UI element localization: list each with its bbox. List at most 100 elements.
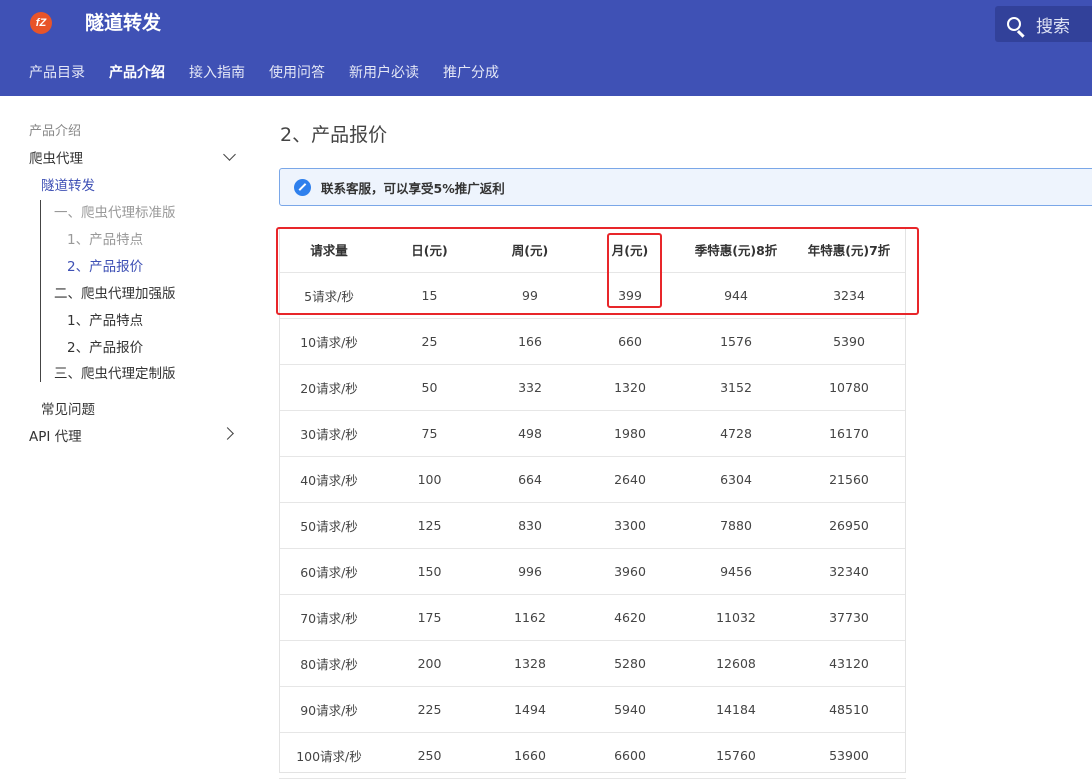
sidebar-item-enhanced-features[interactable]: 1、产品特点 <box>67 309 143 329</box>
site-title[interactable]: 隧道转发 <box>85 10 161 36</box>
cell-yearly: 5390 <box>792 318 906 365</box>
logo-icon[interactable]: fZ <box>30 12 52 34</box>
header-request-volume: 请求量 <box>279 227 379 273</box>
cell-weekly: 1328 <box>480 640 580 687</box>
tab-access-guide[interactable]: 接入指南 <box>189 62 245 82</box>
cell-monthly: 4620 <box>580 594 680 641</box>
table-row: 100请求/秒 250 1660 6600 15760 53900 <box>279 732 906 779</box>
cell-yearly: 26950 <box>792 502 906 549</box>
cell-request-volume: 80请求/秒 <box>279 640 379 687</box>
cell-request-volume: 30请求/秒 <box>279 410 379 457</box>
cell-weekly: 1660 <box>480 732 580 779</box>
header-quarterly: 季特惠(元)8折 <box>680 227 792 273</box>
cell-daily: 25 <box>379 318 480 365</box>
top-header: fZ 隧道转发 搜索 产品目录 产品介绍 接入指南 使用问答 新用户必读 推广分… <box>0 0 1092 96</box>
cell-request-volume: 100请求/秒 <box>279 732 379 779</box>
cell-daily: 125 <box>379 502 480 549</box>
cell-monthly: 660 <box>580 318 680 365</box>
cell-request-volume: 70请求/秒 <box>279 594 379 641</box>
cell-monthly: 1320 <box>580 364 680 411</box>
cell-quarterly: 944 <box>680 272 792 319</box>
table-row: 30请求/秒 75 498 1980 4728 16170 <box>279 410 906 457</box>
cell-weekly: 166 <box>480 318 580 365</box>
cell-request-volume: 10请求/秒 <box>279 318 379 365</box>
cell-monthly: 399 <box>580 272 680 319</box>
sidebar-item-api-proxy[interactable]: API 代理 <box>29 425 82 445</box>
cell-quarterly: 9456 <box>680 548 792 595</box>
tab-new-user[interactable]: 新用户必读 <box>349 62 419 82</box>
cell-weekly: 830 <box>480 502 580 549</box>
cell-yearly: 37730 <box>792 594 906 641</box>
cell-monthly: 2640 <box>580 456 680 503</box>
cell-weekly: 498 <box>480 410 580 457</box>
cell-weekly: 332 <box>480 364 580 411</box>
cell-daily: 50 <box>379 364 480 411</box>
cell-weekly: 996 <box>480 548 580 595</box>
tab-faq[interactable]: 使用问答 <box>269 62 325 82</box>
tab-product-intro[interactable]: 产品介绍 <box>109 62 165 82</box>
cell-quarterly: 7880 <box>680 502 792 549</box>
cell-yearly: 3234 <box>792 272 906 319</box>
cell-request-volume: 90请求/秒 <box>279 686 379 733</box>
cell-weekly: 664 <box>480 456 580 503</box>
cell-weekly: 1162 <box>480 594 580 641</box>
sidebar-item-standard[interactable]: 一、爬虫代理标准版 <box>54 201 176 221</box>
table-row: 20请求/秒 50 332 1320 3152 10780 <box>279 364 906 411</box>
sidebar-item-crawler-proxy[interactable]: 爬虫代理 <box>29 147 83 167</box>
cell-daily: 225 <box>379 686 480 733</box>
cell-daily: 15 <box>379 272 480 319</box>
sidebar-caption: 产品介绍 <box>29 124 82 139</box>
cell-monthly: 6600 <box>580 732 680 779</box>
cell-quarterly: 3152 <box>680 364 792 411</box>
cell-quarterly: 14184 <box>680 686 792 733</box>
table-row: 5请求/秒 15 99 399 944 3234 <box>279 272 906 319</box>
tab-referral[interactable]: 推广分成 <box>443 62 499 82</box>
sidebar-item-enhanced-pricing[interactable]: 2、产品报价 <box>67 336 143 356</box>
table-row: 70请求/秒 175 1162 4620 11032 37730 <box>279 594 906 641</box>
header-monthly: 月(元) <box>580 227 680 273</box>
cell-daily: 75 <box>379 410 480 457</box>
cell-yearly: 10780 <box>792 364 906 411</box>
sidebar-item-enhanced[interactable]: 二、爬虫代理加强版 <box>54 282 176 302</box>
search-icon[interactable] <box>1007 17 1025 38</box>
sidebar-item-custom[interactable]: 三、爬虫代理定制版 <box>54 362 176 382</box>
cell-monthly: 5280 <box>580 640 680 687</box>
table-row: 80请求/秒 200 1328 5280 12608 43120 <box>279 640 906 687</box>
sidebar-item-tunnel-forward[interactable]: 隧道转发 <box>41 174 95 194</box>
cell-weekly: 99 <box>480 272 580 319</box>
cell-yearly: 21560 <box>792 456 906 503</box>
pencil-icon <box>294 178 311 196</box>
cell-quarterly: 11032 <box>680 594 792 641</box>
cell-quarterly: 4728 <box>680 410 792 457</box>
tab-product-catalog[interactable]: 产品目录 <box>29 62 85 82</box>
pricing-table: 请求量 日(元) 周(元) 月(元) 季特惠(元)8折 年特惠(元)7折 5请求… <box>279 227 906 779</box>
header-daily: 日(元) <box>379 227 480 273</box>
chevron-down-icon[interactable] <box>223 148 236 161</box>
header-weekly: 周(元) <box>480 227 580 273</box>
cell-monthly: 1980 <box>580 410 680 457</box>
chevron-right-icon[interactable] <box>221 427 234 440</box>
cell-daily: 200 <box>379 640 480 687</box>
sidebar-item-standard-features[interactable]: 1、产品特点 <box>67 228 143 248</box>
cell-quarterly: 12608 <box>680 640 792 687</box>
search-box[interactable]: 搜索 <box>995 6 1092 42</box>
cell-quarterly: 6304 <box>680 456 792 503</box>
cell-request-volume: 40请求/秒 <box>279 456 379 503</box>
cell-quarterly: 1576 <box>680 318 792 365</box>
cell-monthly: 3300 <box>580 502 680 549</box>
sidebar-item-standard-pricing[interactable]: 2、产品报价 <box>67 255 143 275</box>
table-header-row: 请求量 日(元) 周(元) 月(元) 季特惠(元)8折 年特惠(元)7折 <box>279 227 906 273</box>
table-row: 10请求/秒 25 166 660 1576 5390 <box>279 318 906 365</box>
search-label: 搜索 <box>1036 16 1070 37</box>
cell-request-volume: 50请求/秒 <box>279 502 379 549</box>
cell-request-volume: 60请求/秒 <box>279 548 379 595</box>
notice-banner: 联系客服，可以享受5%推广返利 <box>279 168 1092 206</box>
cell-yearly: 32340 <box>792 548 906 595</box>
table-row: 50请求/秒 125 830 3300 7880 26950 <box>279 502 906 549</box>
cell-quarterly: 15760 <box>680 732 792 779</box>
notice-text: 联系客服，可以享受5%推广返利 <box>321 180 505 196</box>
sidebar-item-faq[interactable]: 常见问题 <box>41 398 95 418</box>
cell-request-volume: 5请求/秒 <box>279 272 379 319</box>
top-nav: 产品目录 产品介绍 接入指南 使用问答 新用户必读 推广分成 <box>29 62 523 82</box>
table-row: 60请求/秒 150 996 3960 9456 32340 <box>279 548 906 595</box>
